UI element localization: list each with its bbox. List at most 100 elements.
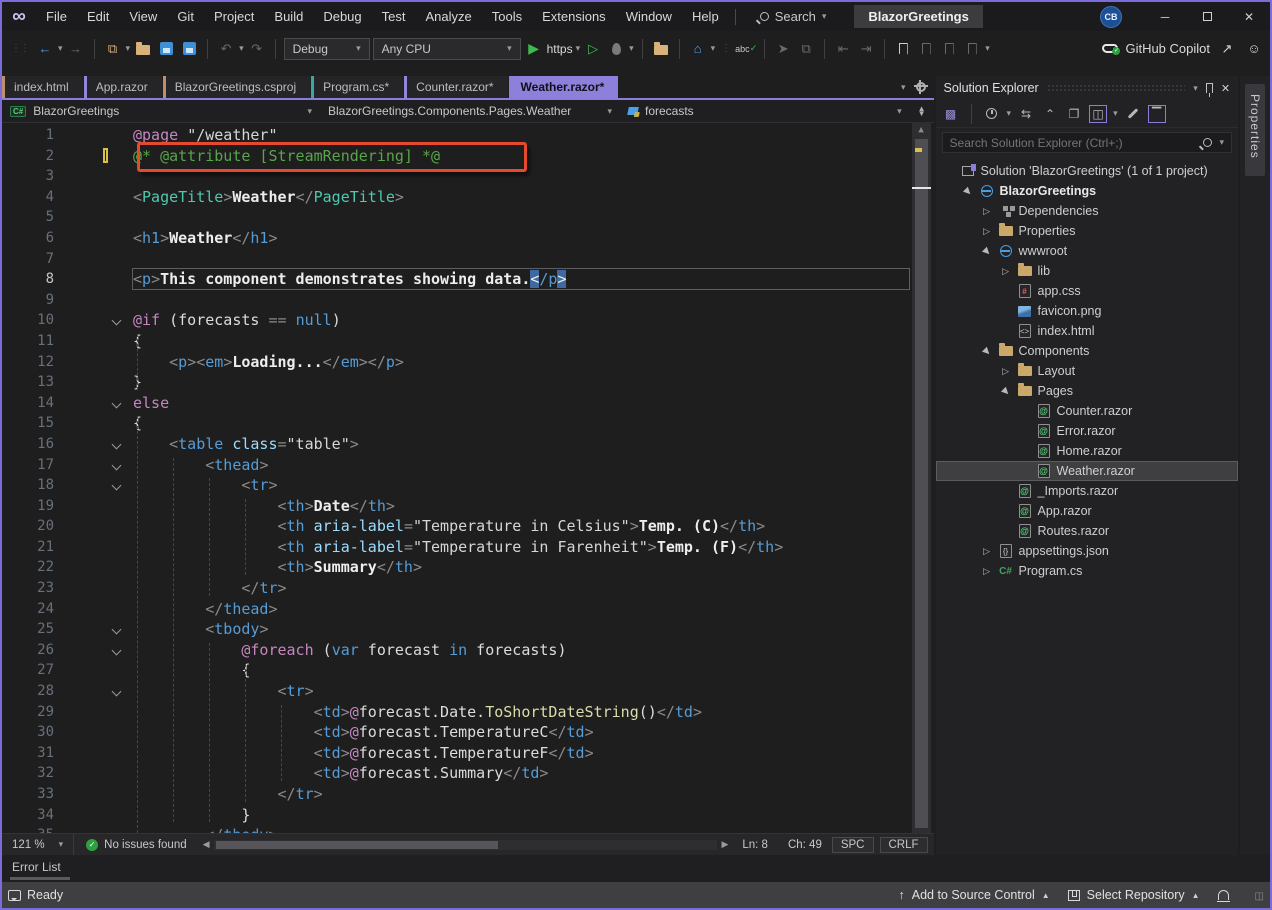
chevron-down-icon[interactable]: ▾ — [1007, 108, 1012, 119]
run-target-label[interactable]: https — [547, 42, 573, 56]
tree-item-favicon.png[interactable]: favicon.png — [936, 301, 1239, 321]
code-line-20[interactable]: 20 <th aria-label="Temperature in Celsiu… — [2, 516, 934, 537]
code-line-31[interactable]: 31 <td>@forecast.TemperatureF</td> — [2, 743, 934, 764]
menu-build[interactable]: Build — [264, 2, 313, 31]
expander-icon[interactable]: ▷ — [981, 566, 993, 577]
project-dropdown[interactable]: C# BlazorGreetings ▾ — [2, 100, 320, 122]
chevron-down-icon[interactable]: ▾ — [629, 43, 634, 54]
code-line-14[interactable]: 14else — [2, 393, 934, 414]
tab-properties[interactable]: Properties — [1245, 84, 1265, 176]
switch-views-button[interactable]: ▩ — [942, 105, 960, 123]
expander-icon[interactable]: ▶ — [978, 243, 994, 259]
start-without-debugging-button[interactable]: ▷ — [583, 39, 603, 59]
solution-explorer-header[interactable]: Solution Explorer ▾ ✕ — [936, 76, 1239, 100]
code-line-24[interactable]: 24 </thead> — [2, 599, 934, 620]
menu-help[interactable]: Help — [682, 2, 729, 31]
tree-item-components[interactable]: ▶Components — [936, 341, 1239, 361]
menu-git[interactable]: Git — [167, 2, 204, 31]
expander-icon[interactable]: ▶ — [959, 183, 975, 199]
feedback-icon[interactable]: ☺ — [1244, 39, 1264, 59]
tree-item-weather.razor[interactable]: @Weather.razor — [936, 461, 1239, 481]
show-all-files-toggle[interactable]: ◫ — [1089, 105, 1107, 123]
chevron-down-icon[interactable]: ▾ — [711, 43, 716, 54]
sync-with-active-document-button[interactable]: ⇆ — [1017, 105, 1035, 123]
expander-icon[interactable]: ▷ — [981, 226, 993, 237]
fold-collapse-icon[interactable] — [112, 687, 122, 697]
properties-window-button[interactable]: ❐ — [1065, 105, 1083, 123]
menu-window[interactable]: Window — [616, 2, 682, 31]
redo-button[interactable]: ↷ — [247, 39, 267, 59]
chevron-down-icon[interactable]: ▾ — [239, 43, 244, 54]
menu-debug[interactable]: Debug — [313, 2, 371, 31]
tab-list-dropdown[interactable]: ▾ — [901, 82, 906, 93]
increase-indent-button[interactable]: ⇥ — [856, 39, 876, 59]
tree-item-app.razor[interactable]: @App.razor — [936, 501, 1239, 521]
expander-icon[interactable]: ▷ — [1000, 266, 1012, 277]
fold-collapse-icon[interactable] — [112, 316, 122, 326]
window-position-dropdown[interactable]: ▾ — [1193, 83, 1198, 94]
solution-search-box[interactable]: ▾ — [942, 132, 1233, 153]
navigate-forward-button[interactable]: → — [66, 39, 86, 59]
code-line-16[interactable]: 16 <table class="table"> — [2, 434, 934, 455]
column-indicator[interactable]: Ch: 49 — [778, 839, 832, 851]
tree-item-error.razor[interactable]: @Error.razor — [936, 421, 1239, 441]
solution-configuration-dropdown[interactable]: Debug▾ — [284, 38, 370, 60]
code-line-29[interactable]: 29 <td>@forecast.Date.ToShortDateString(… — [2, 702, 934, 723]
tab-weather.razor[interactable]: Weather.razor* — [509, 76, 619, 98]
scrollbar-thumb[interactable] — [216, 841, 498, 849]
code-line-4[interactable]: 4<PageTitle>Weather</PageTitle> — [2, 187, 934, 208]
code-line-15[interactable]: 15{ — [2, 413, 934, 434]
gear-icon[interactable] — [916, 82, 926, 92]
comment-selection-button[interactable]: ➤ — [773, 39, 793, 59]
chevron-down-icon[interactable]: ▾ — [58, 43, 63, 54]
chevron-down-icon[interactable]: ▾ — [1220, 137, 1225, 148]
menu-test[interactable]: Test — [372, 2, 416, 31]
code-line-34[interactable]: 34 } — [2, 805, 934, 826]
fold-collapse-icon[interactable] — [112, 625, 122, 635]
menu-analyze[interactable]: Analyze — [415, 2, 481, 31]
chevron-down-icon[interactable]: ▾ — [1113, 108, 1118, 119]
browser-link-button[interactable]: ⌂ — [688, 39, 708, 59]
code-line-18[interactable]: 18 <tr> — [2, 475, 934, 496]
tree-item-blazorgreetings[interactable]: ▶BlazorGreetings — [936, 181, 1239, 201]
code-line-17[interactable]: 17 <thead> — [2, 455, 934, 476]
fold-collapse-icon[interactable] — [112, 460, 122, 470]
menu-edit[interactable]: Edit — [77, 2, 119, 31]
type-dropdown[interactable]: BlazorGreetings.Components.Pages.Weather… — [320, 100, 620, 122]
decrease-indent-button[interactable]: ⇤ — [833, 39, 853, 59]
code-line-33[interactable]: 33 </tr> — [2, 784, 934, 805]
code-line-32[interactable]: 32 <td>@forecast.Summary</td> — [2, 763, 934, 784]
health-indicator[interactable]: ✓ No issues found — [74, 839, 198, 851]
code-line-35[interactable]: 35 </tbody> — [2, 825, 934, 833]
expander-icon[interactable]: ▶ — [978, 343, 994, 359]
tab-blazorgreetings.csproj[interactable]: BlazorGreetings.csproj — [163, 76, 310, 98]
menu-file[interactable]: File — [36, 2, 77, 31]
code-line-12[interactable]: 12 <p><em>Loading...</em></p> — [2, 352, 934, 373]
code-line-11[interactable]: 11{ — [2, 331, 934, 352]
save-all-button[interactable] — [179, 39, 199, 59]
solution-platform-dropdown[interactable]: Any CPU▾ — [373, 38, 521, 60]
save-button[interactable] — [156, 39, 176, 59]
previous-bookmark-button[interactable] — [916, 39, 936, 59]
tree-item-layout[interactable]: ▷Layout — [936, 361, 1239, 381]
code-editor[interactable]: 1@page "/weather"2@* @attribute [StreamR… — [2, 123, 934, 833]
line-endings-indicator[interactable]: CRLF — [880, 837, 928, 853]
tree-item-appsettings.json[interactable]: ▷{}appsettings.json — [936, 541, 1239, 561]
navigate-back-button[interactable]: ← — [35, 39, 55, 59]
chevron-down-icon[interactable]: ▾ — [985, 43, 990, 54]
close-button[interactable]: ✕ — [1228, 2, 1270, 31]
code-line-5[interactable]: 5 — [2, 207, 934, 228]
code-line-21[interactable]: 21 <th aria-label="Temperature in Farenh… — [2, 537, 934, 558]
line-indicator[interactable]: Ln: 8 — [732, 839, 778, 851]
tab-program.cs[interactable]: Program.cs* — [311, 76, 403, 98]
code-line-19[interactable]: 19 <th>Date</th> — [2, 496, 934, 517]
fold-collapse-icon[interactable] — [112, 398, 122, 408]
fold-collapse-icon[interactable] — [112, 481, 122, 491]
add-to-source-control-button[interactable]: ↑ Add to Source Control ▲ — [898, 888, 1049, 902]
undo-button[interactable]: ↶ — [216, 39, 236, 59]
tree-item-lib[interactable]: ▷lib — [936, 261, 1239, 281]
tree-item-routes.razor[interactable]: @Routes.razor — [936, 521, 1239, 541]
wrench-icon[interactable] — [1124, 105, 1142, 123]
tree-item-program.cs[interactable]: ▷C#Program.cs — [936, 561, 1239, 581]
code-line-7[interactable]: 7 — [2, 249, 934, 270]
